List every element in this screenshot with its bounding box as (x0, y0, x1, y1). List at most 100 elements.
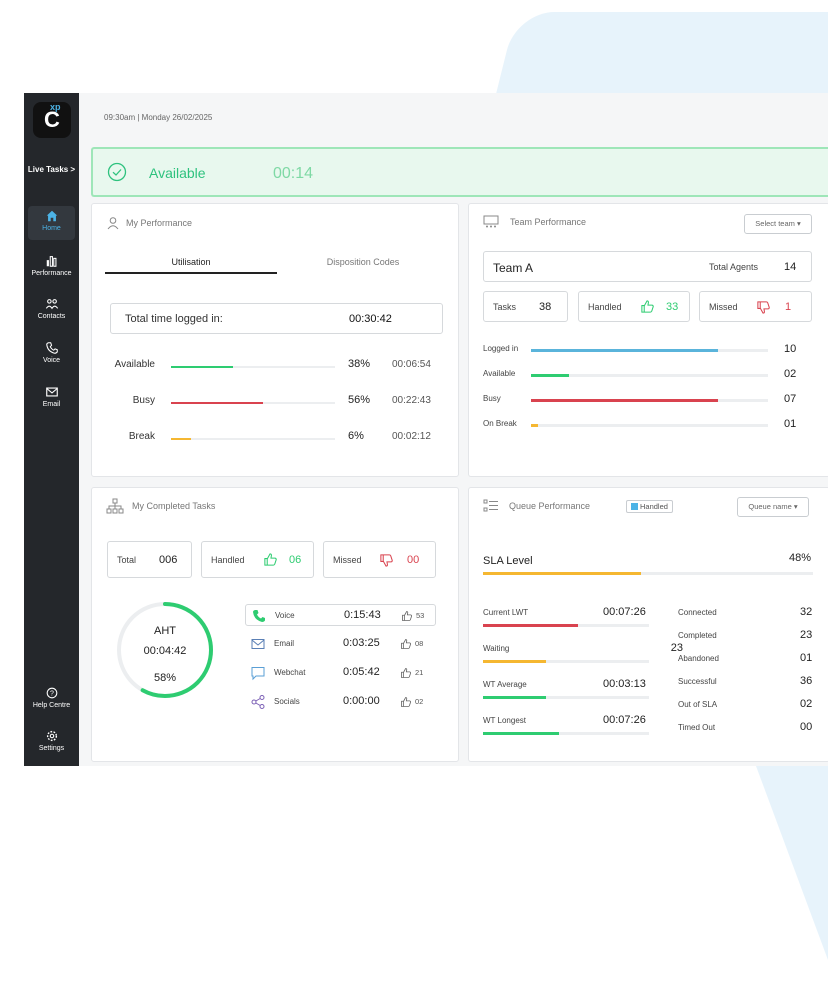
completed-missed-value: 00 (407, 554, 420, 566)
utilisation-row-label: Available (114, 359, 155, 370)
background-shape-top (496, 12, 828, 94)
app-window: C xp Live Tasks > Home Performance Conta… (24, 93, 828, 766)
queue-metric-value: 00:07:26 (603, 714, 646, 726)
thumbs-down-icon (380, 554, 393, 567)
aht-percent: 58% (153, 672, 177, 684)
queue-metric-track (483, 696, 649, 699)
utilisation-time: 00:02:12 (392, 431, 431, 442)
queue-name-dropdown[interactable]: Queue name ▾ (737, 497, 809, 517)
thumbs-up-icon (400, 695, 412, 707)
handled-filter-chip[interactable]: Handled (626, 500, 673, 513)
channel-time: 0:15:43 (344, 609, 381, 621)
completed-tasks-card: My Completed Tasks Total 006 Handled 06 … (91, 487, 459, 762)
main-content: 09:30am | Monday 26/02/2025 Available 00… (79, 93, 828, 766)
performance-tabs: Utilisation Disposition Codes (105, 254, 445, 276)
channel-row[interactable]: Email 0:03:25 08 (245, 633, 436, 655)
sidebar-item-settings[interactable]: Settings (28, 726, 75, 760)
team-tasks-value: 38 (539, 301, 552, 313)
team-row-value: 07 (784, 393, 797, 405)
phone-icon (251, 608, 267, 624)
team-handled-label: Handled (588, 302, 622, 312)
channel-time: 0:03:25 (343, 637, 380, 649)
team-tasks-label: Tasks (493, 302, 517, 312)
team-row-label: Available (483, 369, 516, 378)
live-tasks-link[interactable]: Live Tasks > (24, 165, 79, 174)
channel-label: Email (274, 639, 295, 648)
thumbs-up-icon (401, 609, 413, 621)
channel-label: Webchat (274, 668, 306, 677)
sidebar-item-help[interactable]: ? Help Centre (28, 683, 75, 717)
queue-outcome-label: Out of SLA (678, 700, 718, 709)
sidebar-item-label: Help Centre (32, 702, 71, 709)
sidebar-item-email[interactable]: Email (28, 382, 75, 416)
mail-icon (250, 636, 266, 652)
sla-track (483, 572, 813, 575)
channel-count: 21 (415, 668, 424, 677)
thumbs-down-icon (757, 301, 770, 314)
utilisation-fill (171, 402, 263, 404)
help-icon: ? (46, 687, 57, 699)
utilisation-track (171, 366, 335, 368)
channel-row[interactable]: Webchat 0:05:42 21 (245, 662, 436, 684)
channel-row[interactable]: Voice 0:15:43 53 (245, 604, 436, 626)
team-missed-box: Missed 1 (699, 291, 812, 322)
queue-metric-label: Waiting (483, 644, 510, 653)
team-row-track (531, 399, 768, 402)
queue-outcome-value: 00 (800, 721, 813, 733)
utilisation-row-label: Break (128, 431, 155, 442)
queue-metric-label: Current LWT (483, 608, 529, 617)
logo[interactable]: C xp (33, 102, 71, 138)
card-title: Queue Performance (509, 501, 591, 511)
status-timer: 00:14 (273, 165, 314, 182)
queue-metric-label: WT Average (483, 680, 527, 689)
sidebar-item-performance[interactable]: Performance (28, 251, 75, 285)
channel-time: 0:05:42 (343, 666, 380, 678)
completed-missed-box: Missed 00 (323, 541, 436, 578)
queue-outcome-value: 36 (800, 675, 813, 687)
share-icon (250, 694, 266, 710)
team-missed-label: Missed (709, 302, 738, 312)
queue-outcome-value: 01 (800, 652, 813, 664)
team-summary-box: Team A Total Agents 14 (483, 251, 812, 282)
contacts-icon (45, 299, 58, 310)
sidebar-item-contacts[interactable]: Contacts (28, 294, 75, 328)
queue-outcome-label: Successful (678, 677, 717, 686)
channel-count: 08 (415, 639, 424, 648)
queue-metric-fill (483, 696, 546, 699)
team-handled-box: Handled 33 (578, 291, 690, 322)
tab-utilisation[interactable]: Utilisation (105, 254, 277, 274)
completed-total-value: 006 (159, 554, 178, 566)
team-missed-value: 1 (785, 301, 792, 313)
check-circle-icon (107, 162, 127, 182)
sidebar-item-label: Voice (42, 357, 61, 364)
sidebar-item-home[interactable]: Home (28, 206, 75, 240)
team-name: Team A (493, 261, 534, 275)
datetime: 09:30am | Monday 26/02/2025 (104, 113, 213, 122)
tab-disposition-codes[interactable]: Disposition Codes (277, 254, 449, 274)
channel-row[interactable]: Socials 0:00:00 02 (245, 691, 436, 713)
queue-outcome-value: 23 (800, 629, 813, 641)
status-bar[interactable]: Available 00:14 (91, 147, 828, 197)
chat-icon (250, 665, 266, 681)
completed-missed-label: Missed (333, 555, 362, 565)
queue-metric-track (483, 732, 649, 735)
queue-performance-card: Queue Performance Handled Queue name ▾ S… (468, 487, 828, 762)
total-logged-in-box: Total time logged in: 00:30:42 (110, 303, 443, 334)
queue-metric-fill (483, 660, 546, 663)
total-agents-label: Total Agents (709, 262, 759, 272)
utilisation-fill (171, 366, 233, 368)
completed-handled-label: Handled (211, 555, 245, 565)
sidebar-item-voice[interactable]: Voice (28, 338, 75, 372)
queue-name-label: Queue name (748, 502, 792, 511)
completed-handled-value: 06 (289, 554, 302, 566)
thumbs-up-icon (400, 666, 412, 678)
card-title: My Performance (126, 218, 193, 228)
utilisation-percent: 56% (348, 394, 371, 406)
user-icon (107, 217, 119, 230)
team-row-value: 01 (784, 418, 797, 430)
sidebar-item-label: Settings (38, 745, 65, 752)
completed-total-box: Total 006 (107, 541, 192, 578)
select-team-dropdown[interactable]: Select team ▾ (744, 214, 812, 234)
channel-label: Voice (275, 611, 295, 620)
bar-chart-icon (46, 256, 56, 267)
